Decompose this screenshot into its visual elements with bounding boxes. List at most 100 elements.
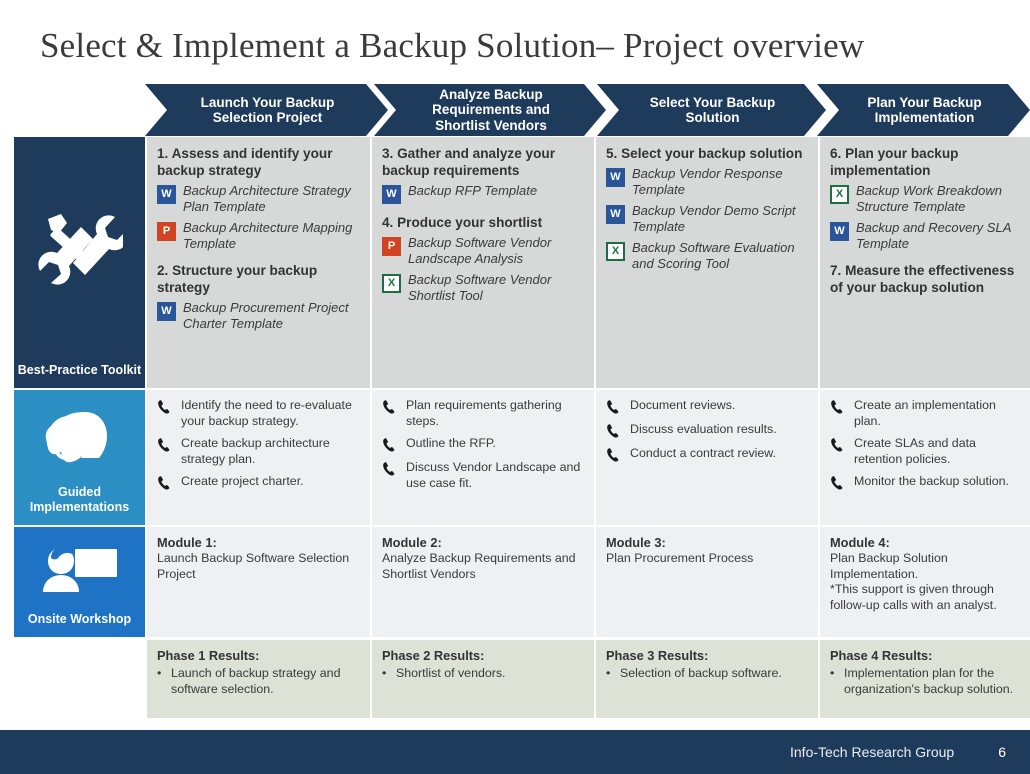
phase-chevron-1-label: Launch Your Backup Selection Project (200, 94, 335, 125)
workshop-cell-2: Module 2: Analyze Backup Requirements an… (372, 527, 594, 637)
guided-item-text: Create project charter. (181, 474, 304, 488)
phone-icon (830, 437, 846, 453)
workshop-cell-1: Module 1: Launch Backup Software Selecti… (147, 527, 370, 637)
toolkit-doc-item[interactable]: Backup RFP Template (382, 183, 584, 204)
footer-page-number: 6 (998, 744, 1006, 760)
guided-cell-2: Plan requirements gathering steps. Outli… (372, 390, 594, 525)
module-title: Module 4: (830, 535, 890, 550)
results-text: Shortlist of vendors. (396, 666, 506, 680)
toolkit-doc-item[interactable]: Backup Procurement Project Charter Templ… (157, 300, 360, 332)
results-title: Phase 2 Results: (382, 648, 485, 663)
phone-icon (157, 399, 173, 415)
slide-canvas: Select & Implement a Backup Solution– Pr… (0, 0, 1030, 774)
guided-list-item: Identify the need to re-evaluate your ba… (157, 398, 360, 429)
toolkit-cell-3: 5. Select your backup solution Backup Ve… (596, 137, 818, 388)
tools-icon (14, 137, 145, 363)
toolkit-doc-label: Backup Software Vendor Shortlist Tool (408, 272, 552, 303)
guided-item-text: Discuss Vendor Landscape and use case fi… (406, 460, 581, 490)
toolkit-heading: 6. Plan your backup implementation (830, 146, 959, 178)
guided-cell-4: Create an implementation plan. Create SL… (820, 390, 1030, 525)
results-title: Phase 1 Results: (157, 648, 260, 663)
phase-chevron-3[interactable]: Select Your Backup Solution (597, 84, 826, 136)
phone-icon (606, 447, 622, 463)
toolkit-heading: 5. Select your backup solution (606, 146, 803, 161)
toolkit-doc-label: Backup Vendor Demo Script Template (632, 203, 796, 234)
word-doc-icon (606, 205, 625, 224)
guided-list-item: Outline the RFP. (382, 436, 584, 453)
toolkit-doc-item[interactable]: Backup Software Vendor Landscape Analysi… (382, 235, 584, 267)
results-title: Phase 4 Results: (830, 648, 933, 663)
bullet-icon: • (157, 666, 162, 680)
module-title: Module 2: (382, 535, 442, 550)
toolkit-doc-label: Backup and Recovery SLA Template (856, 220, 1011, 251)
rail-best-practice-toolkit-label: Best-Practice Toolkit (17, 363, 142, 377)
phone-icon (830, 475, 846, 491)
rail-best-practice-toolkit[interactable]: Best-Practice Toolkit (14, 137, 145, 388)
word-doc-icon (157, 185, 176, 204)
presenter-whiteboard-icon (14, 527, 145, 612)
rail-onsite-workshop[interactable]: Onsite Workshop (14, 527, 145, 637)
excel-doc-icon (382, 274, 401, 293)
module-body: Launch Backup Software Selection Project (157, 551, 350, 581)
toolkit-doc-label: Backup Software Evaluation and Scoring T… (632, 240, 795, 271)
rail-guided-implementations-label: Guided Implementations (29, 485, 130, 514)
workshop-cell-3: Module 3: Plan Procurement Process (596, 527, 818, 637)
phase-chevron-2[interactable]: Analyze Backup Requirements and Shortlis… (374, 84, 606, 136)
guided-item-text: Outline the RFP. (406, 436, 496, 450)
guided-list-item: Create project charter. (157, 474, 360, 491)
guided-list-item: Discuss evaluation results. (606, 422, 808, 439)
toolkit-heading: 4. Produce your shortlist (382, 215, 543, 230)
word-doc-icon (830, 222, 849, 241)
word-doc-icon (157, 302, 176, 321)
guided-list-item: Document reviews. (606, 398, 808, 415)
excel-doc-icon (830, 185, 849, 204)
toolkit-doc-label: Backup Vendor Response Template (632, 166, 783, 197)
guided-item-text: Create an implementation plan. (854, 398, 996, 428)
guided-cell-1: Identify the need to re-evaluate your ba… (147, 390, 370, 525)
toolkit-doc-item[interactable]: Backup Vendor Demo Script Template (606, 203, 808, 235)
toolkit-doc-item[interactable]: Backup Work Breakdown Structure Template (830, 183, 1020, 215)
rail-guided-implementations[interactable]: Guided Implementations (14, 390, 145, 525)
workshop-cell-4: Module 4: Plan Backup Solution Implement… (820, 527, 1030, 637)
guided-item-text: Discuss evaluation results. (630, 422, 777, 436)
toolkit-doc-label: Backup Architecture Strategy Plan Templa… (183, 183, 351, 214)
module-title: Module 3: (606, 535, 666, 550)
toolkit-cell-2: 3. Gather and analyze your backup requir… (372, 137, 594, 388)
toolkit-doc-label: Backup Software Vendor Landscape Analysi… (408, 235, 552, 266)
footer-brand: Info-Tech Research Group (790, 744, 955, 760)
phase-chevron-1[interactable]: Launch Your Backup Selection Project (145, 84, 388, 136)
word-doc-icon (606, 168, 625, 187)
guided-list-item: Monitor the backup solution. (830, 474, 1020, 491)
phase-chevron-4[interactable]: Plan Your Backup Implementation (817, 84, 1030, 136)
phone-icon (382, 399, 398, 415)
toolkit-doc-label: Backup Architecture Mapping Template (183, 220, 353, 251)
phone-icon (157, 475, 173, 491)
excel-doc-icon (606, 242, 625, 261)
results-list-item: • Selection of backup software. (606, 666, 808, 682)
toolkit-doc-label: Backup RFP Template (408, 183, 538, 198)
guided-list-item: Create backup architecture strategy plan… (157, 436, 360, 467)
toolkit-doc-item[interactable]: Backup and Recovery SLA Template (830, 220, 1020, 252)
toolkit-doc-item[interactable]: Backup Vendor Response Template (606, 166, 808, 198)
phone-icon (606, 423, 622, 439)
results-cell-1: Phase 1 Results: • Launch of backup stra… (147, 640, 370, 718)
guided-item-text: Monitor the backup solution. (854, 474, 1009, 488)
guided-item-text: Plan requirements gathering steps. (406, 398, 562, 428)
phase-chevron-2-label: Analyze Backup Requirements and Shortlis… (432, 86, 550, 133)
toolkit-doc-item[interactable]: Backup Architecture Mapping Template (157, 220, 360, 252)
guided-list-item: Create SLAs and data retention policies. (830, 436, 1020, 467)
results-cell-3: Phase 3 Results: • Selection of backup s… (596, 640, 818, 718)
toolkit-doc-item[interactable]: Backup Software Evaluation and Scoring T… (606, 240, 808, 272)
module-body: Plan Procurement Process (606, 551, 754, 565)
phase-chevron-band: Launch Your Backup Selection Project Ana… (145, 84, 1030, 136)
guided-item-text: Identify the need to re-evaluate your ba… (181, 398, 352, 428)
toolkit-heading: 1. Assess and identify your backup strat… (157, 146, 333, 178)
guided-item-text: Create backup architecture strategy plan… (181, 436, 330, 466)
toolkit-cell-4: 6. Plan your backup implementation Backu… (820, 137, 1030, 388)
word-doc-icon (382, 185, 401, 204)
guided-list-item: Create an implementation plan. (830, 398, 1020, 429)
toolkit-doc-item[interactable]: Backup Architecture Strategy Plan Templa… (157, 183, 360, 215)
results-cell-2: Phase 2 Results: • Shortlist of vendors. (372, 640, 594, 718)
toolkit-doc-item[interactable]: Backup Software Vendor Shortlist Tool (382, 272, 584, 304)
page-title: Select & Implement a Backup Solution– Pr… (40, 26, 865, 65)
